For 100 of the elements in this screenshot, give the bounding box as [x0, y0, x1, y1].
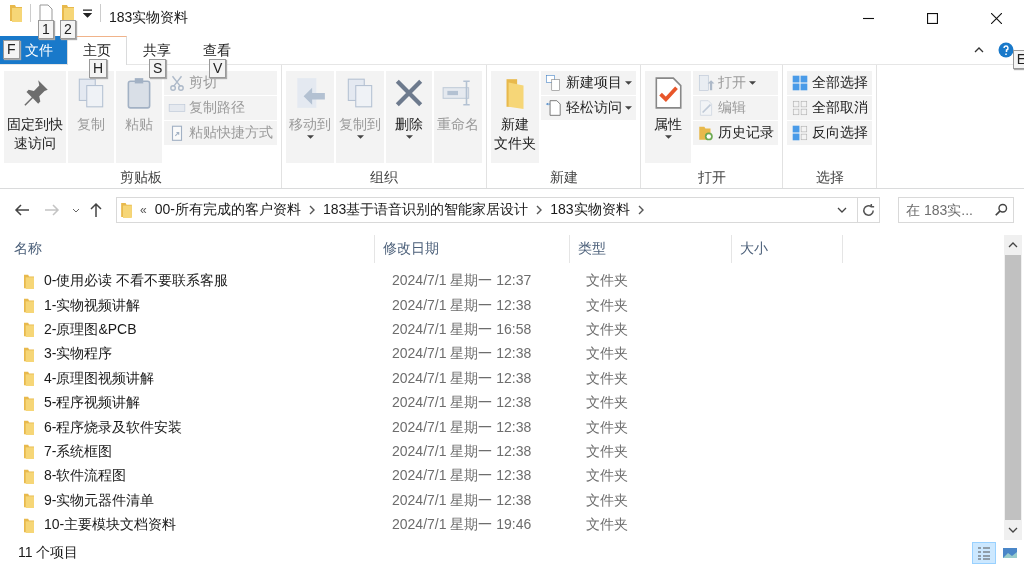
folder-icon: [24, 298, 34, 314]
folder-icon: [10, 4, 22, 22]
file-name[interactable]: 4-原理图视频讲解: [44, 369, 155, 388]
search-field[interactable]: 在 183实...: [898, 197, 1014, 223]
dropdown-icon[interactable]: [83, 9, 92, 18]
breadcrumb[interactable]: 183实物资料: [550, 201, 630, 219]
folder-icon: [24, 346, 34, 362]
folder-icon: [121, 202, 132, 218]
file-name[interactable]: 9-实物元器件清单: [44, 491, 155, 510]
ribbon-button[interactable]: 属性: [645, 71, 691, 163]
table-cell-text: 2024/7/1 星期一 19:46: [391, 516, 533, 535]
ribbon-button[interactable]: 固定到快 速访问: [4, 71, 66, 163]
caret-icon: [625, 105, 632, 111]
back-icon[interactable]: [14, 202, 30, 218]
table-cell-text: 2024/7/1 星期一 12:37: [391, 272, 533, 291]
breadcrumb[interactable]: 00-所有完成的客户资料: [154, 201, 301, 219]
item-count: 11 个项目: [18, 544, 79, 562]
caret-icon: [306, 135, 314, 140]
folder-icon: [24, 444, 34, 460]
column-header[interactable]: 名称: [0, 235, 375, 263]
table-cell-text: 2024/7/1 星期一 12:38: [391, 442, 533, 461]
edit-icon: [697, 99, 715, 117]
address-bar[interactable]: « 00-所有完成的客户资料 183基于语音识别的智能家居设计 183实物资料: [116, 197, 880, 223]
folder-icon: [24, 395, 34, 411]
table-cell-text: 文件夹: [585, 272, 629, 291]
group-label: 剪贴板: [118, 168, 163, 187]
table-cell-text: 2024/7/1 星期一 16:58: [391, 320, 533, 339]
table-cell-text: 文件夹: [585, 516, 629, 535]
ribbon-button[interactable]: 全部选择: [787, 71, 872, 95]
keytip: H: [89, 59, 108, 78]
column-header[interactable]: 大小: [732, 235, 843, 263]
collapse-ribbon-icon[interactable]: [974, 47, 984, 53]
ribbon-button[interactable]: 删除: [386, 71, 432, 163]
file-name[interactable]: 2-原理图&PCB: [44, 320, 137, 339]
scrollbar[interactable]: [1004, 235, 1022, 540]
window-title: 183实物资料: [109, 9, 189, 27]
ribbon-button[interactable]: 全部取消: [787, 96, 872, 120]
file-name[interactable]: 5-程序视频讲解: [44, 394, 141, 413]
ribbon-button[interactable]: 反向选择: [787, 121, 872, 145]
folder-icon[interactable]: [61, 4, 75, 22]
folder-icon: [24, 371, 34, 387]
file-name[interactable]: 8-软件流程图: [44, 467, 127, 486]
table-cell-text: 文件夹: [585, 394, 629, 413]
scroll-down-icon[interactable]: [1008, 527, 1018, 533]
group-label: 新建: [548, 168, 579, 187]
table-cell-text: 文件夹: [585, 369, 629, 388]
table-cell-text: 文件夹: [585, 467, 629, 486]
table-cell-text: 文件夹: [585, 418, 629, 437]
file-name[interactable]: 0-使用必读 不看不要联系客服: [44, 272, 229, 291]
grid-icon: [791, 74, 809, 92]
table-cell-text: 2024/7/1 星期一 12:38: [391, 394, 533, 413]
caret-icon: [356, 135, 364, 140]
close-icon: [990, 12, 1002, 24]
folder-icon: [24, 322, 34, 338]
history-icon: [697, 124, 715, 142]
chevron-icon[interactable]: [536, 205, 543, 215]
folder-icon: [24, 468, 34, 484]
file-name[interactable]: 6-程序烧录及软件安装: [44, 418, 183, 437]
folder-icon: [24, 420, 34, 436]
up-icon[interactable]: [88, 202, 104, 218]
caret-icon: [749, 80, 756, 86]
table-cell-text: 文件夹: [585, 491, 629, 510]
table-cell-text: 2024/7/1 星期一 12:38: [391, 369, 533, 388]
table-cell-text: 2024/7/1 星期一 12:38: [391, 467, 533, 486]
overflow-mark[interactable]: «: [140, 203, 147, 217]
folder-icon: [24, 273, 34, 289]
keytip: 1: [38, 20, 54, 39]
keytip: S: [149, 59, 167, 78]
ribbon-button[interactable]: 新建项目: [541, 71, 636, 95]
document-icon[interactable]: [39, 4, 53, 22]
scissors-icon: [168, 74, 186, 92]
keytip: 2: [60, 20, 76, 39]
ribbon-button[interactable]: 历史记录: [693, 121, 778, 145]
file-name[interactable]: 3-实物程序: [44, 345, 113, 364]
grid-icon: [791, 124, 809, 142]
chevron-icon[interactable]: [637, 205, 644, 215]
recent-locations-icon[interactable]: [72, 207, 80, 213]
new-item-icon: [545, 74, 563, 92]
file-name[interactable]: 1-实物视频讲解: [44, 296, 141, 315]
ribbon-button[interactable]: 新建 文件夹: [491, 71, 539, 163]
breadcrumb[interactable]: 183基于语音识别的智能家居设计: [322, 201, 529, 219]
document-icon: [545, 99, 563, 117]
table-cell-text: 2024/7/1 星期一 12:38: [391, 491, 533, 510]
keytip: V: [209, 59, 227, 78]
help-icon[interactable]: [998, 42, 1014, 58]
refresh-icon: [861, 202, 876, 218]
chevron-icon[interactable]: [308, 205, 315, 215]
group-label: 组织: [369, 168, 399, 187]
table-cell-text: 2024/7/1 星期一 12:38: [391, 345, 533, 364]
column-header[interactable]: 修改日期: [375, 235, 570, 263]
ribbon-button[interactable]: 轻松访问: [541, 96, 636, 120]
scroll-up-icon[interactable]: [1008, 242, 1018, 248]
table-cell-text: 2024/7/1 星期一 12:38: [391, 296, 533, 315]
grid-icon: [791, 99, 809, 117]
column-header[interactable]: 类型: [570, 235, 732, 263]
dropdown-icon[interactable]: [837, 207, 847, 213]
table-cell-text: 2024/7/1 星期一 12:38: [391, 418, 533, 437]
file-name[interactable]: 10-主要模块文档资料: [44, 516, 177, 535]
open-icon: [697, 74, 715, 92]
file-name[interactable]: 7-系统框图: [44, 442, 113, 461]
